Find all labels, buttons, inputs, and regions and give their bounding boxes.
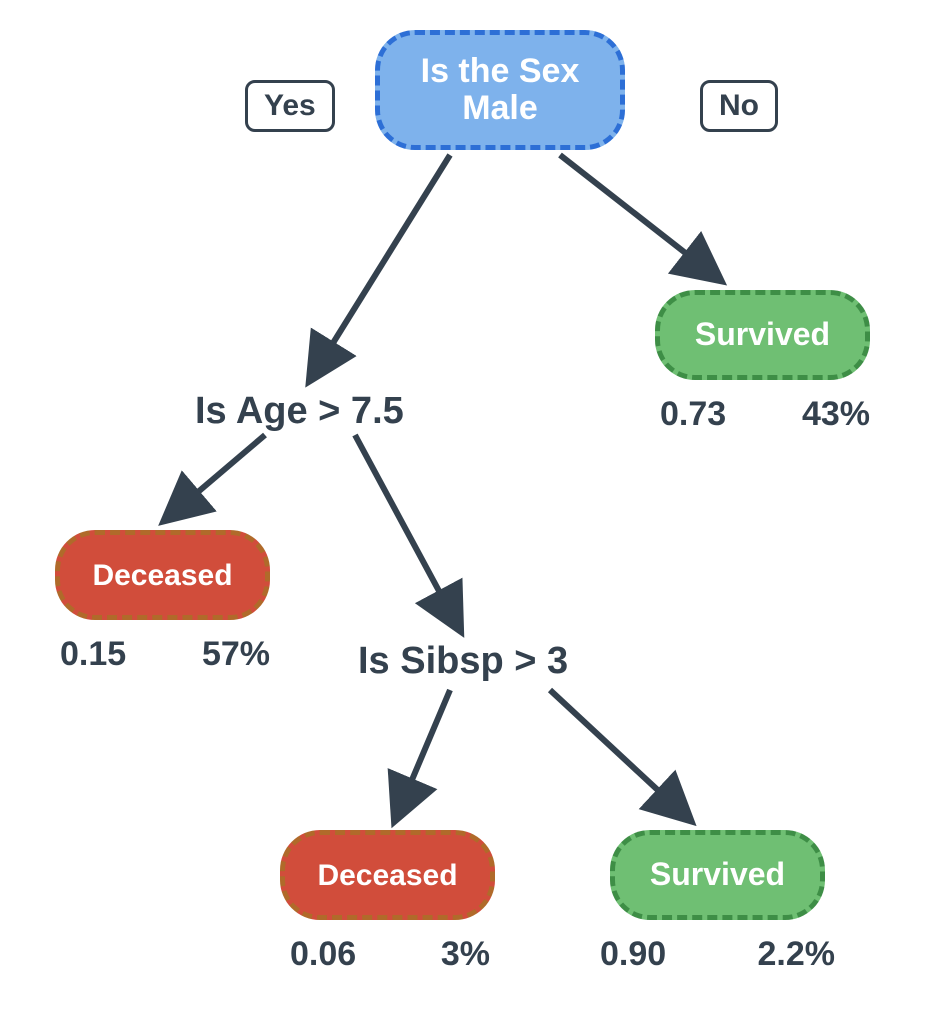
branch-label-yes: Yes: [245, 80, 335, 132]
branch-label-no: No: [700, 80, 778, 132]
leaf-deceased-age-yes: Deceased: [55, 530, 270, 620]
stat-prob: 0.15: [60, 635, 126, 674]
leaf-label: Deceased: [92, 559, 232, 592]
leaf-survived-no: Survived: [655, 290, 870, 380]
root-question-line1: Is the Sex: [421, 52, 580, 90]
decision-age: Is Age > 7.5: [195, 390, 404, 433]
leaf-label: Survived: [650, 857, 785, 892]
leaf-deceased-sibsp-yes: Deceased: [280, 830, 495, 920]
leaf-label: Survived: [695, 317, 830, 352]
stat-pct: 3%: [441, 935, 490, 974]
stats-survived-sibsp-no: 0.90 2.2%: [600, 935, 835, 974]
root-node: Is the Sex Male: [375, 30, 625, 150]
stat-prob: 0.73: [660, 395, 726, 434]
decision-tree-diagram: Is the Sex Male Yes No Survived 0.73 43%…: [0, 0, 951, 1024]
leaf-survived-sibsp-no: Survived: [610, 830, 825, 920]
stat-pct: 2.2%: [758, 935, 836, 974]
stat-pct: 43%: [802, 395, 870, 434]
stats-deceased-sibsp-yes: 0.06 3%: [290, 935, 490, 974]
stats-deceased-age-yes: 0.15 57%: [60, 635, 270, 674]
stats-survived-no: 0.73 43%: [660, 395, 870, 434]
stat-pct: 57%: [202, 635, 270, 674]
stat-prob: 0.06: [290, 935, 356, 974]
stat-prob: 0.90: [600, 935, 666, 974]
leaf-label: Deceased: [317, 859, 457, 892]
decision-sibsp: Is Sibsp > 3: [358, 640, 568, 683]
root-question-line2: Male: [462, 89, 538, 127]
